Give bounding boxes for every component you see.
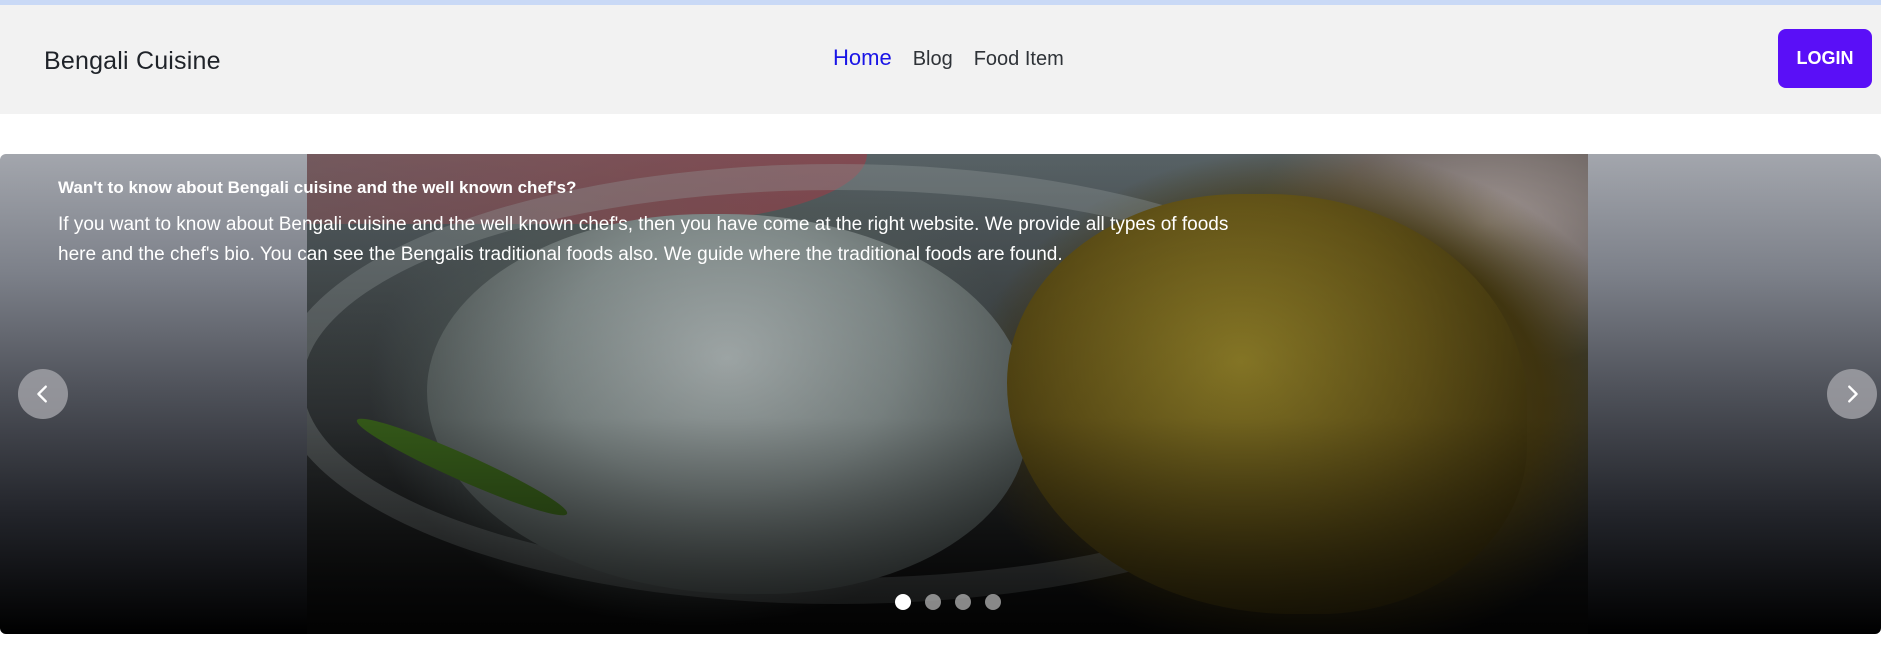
nav-link-food-item[interactable]: Food Item [974, 48, 1064, 71]
carousel-dot-2[interactable] [925, 594, 941, 610]
nav-links: Home Blog Food Item [833, 45, 1085, 71]
hero-carousel: Wan't to know about Bengali cuisine and … [0, 154, 1881, 634]
carousel-indicators [895, 594, 1015, 610]
chevron-right-icon [1848, 385, 1858, 403]
login-button[interactable]: LOGIN [1778, 29, 1872, 88]
carousel-dot-3[interactable] [955, 594, 971, 610]
navbar: Bengali Cuisine Home Blog Food Item LOGI… [0, 5, 1881, 114]
carousel-dot-1[interactable] [895, 594, 911, 610]
carousel-dot-4[interactable] [985, 594, 1001, 610]
caption-text: If you want to know about Bengali cuisin… [58, 214, 1229, 265]
nav-link-blog[interactable]: Blog [913, 48, 953, 71]
nav-link-home[interactable]: Home [833, 45, 892, 71]
slide-caption: Wan't to know about Bengali cuisine and … [58, 178, 1258, 270]
caption-title: Wan't to know about Bengali cuisine and … [58, 178, 577, 197]
carousel-next-button[interactable] [1827, 369, 1877, 419]
chevron-left-icon [37, 385, 47, 403]
brand-name[interactable]: Bengali Cuisine [44, 47, 221, 76]
carousel-prev-button[interactable] [18, 369, 68, 419]
